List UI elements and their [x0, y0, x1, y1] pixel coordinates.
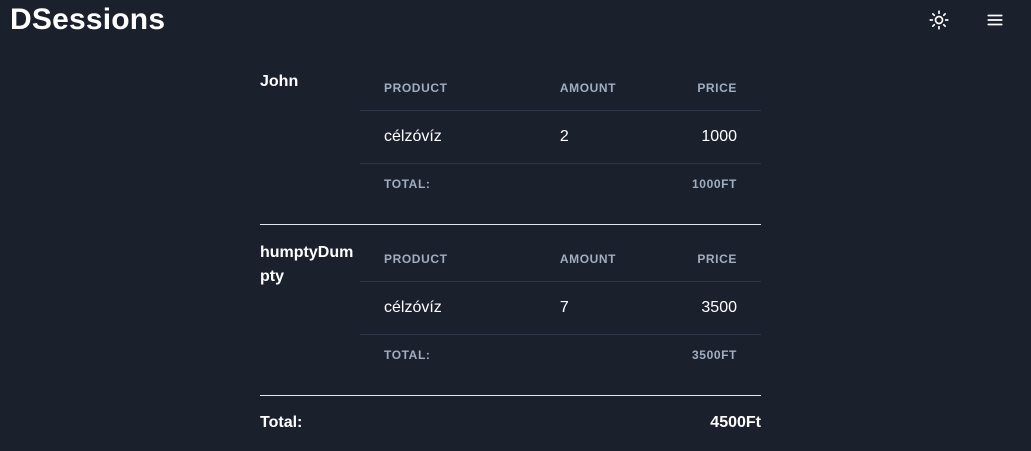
column-header-product: PRODUCT — [360, 237, 536, 282]
column-header-amount: AMOUNT — [535, 237, 669, 282]
table-row: célzóvíz 7 3500 — [360, 281, 761, 335]
total-label: TOTAL: — [384, 177, 431, 191]
orders-table: PRODUCT AMOUNT PRICE célzóvíz 2 1000 TOT… — [360, 66, 761, 204]
total-label: TOTAL: — [384, 348, 431, 362]
sessions-content: John PRODUCT AMOUNT PRICE célzóvíz 2 100… — [260, 66, 761, 432]
theme-toggle-button[interactable] — [927, 8, 951, 32]
table-header-row: PRODUCT AMOUNT PRICE — [360, 237, 761, 282]
orders-table: PRODUCT AMOUNT PRICE célzóvíz 7 3500 TOT… — [360, 237, 761, 375]
app-root: DSessions John PRODUCT AMOUNT PRICE célz… — [0, 0, 1031, 451]
column-header-price: PRICE — [668, 66, 761, 111]
total-value: 3500FT — [692, 348, 737, 362]
person-section-john: John PRODUCT AMOUNT PRICE célzóvíz 2 100… — [260, 66, 761, 225]
table-footer-row: TOTAL: 1000FT — [360, 164, 761, 205]
grand-total-row: Total: 4500Ft — [260, 396, 761, 432]
product-cell: célzóvíz — [360, 110, 536, 164]
total-spacer — [536, 164, 668, 205]
column-header-amount: AMOUNT — [535, 66, 669, 111]
grand-total-value: 4500Ft — [710, 414, 761, 431]
price-cell: 1000 — [668, 110, 761, 164]
person-name: humptyDumpty — [260, 244, 354, 285]
column-header-price: PRICE — [668, 237, 761, 282]
product-cell: célzóvíz — [360, 281, 536, 335]
person-name: John — [260, 73, 299, 90]
table-footer-row: TOTAL: 3500FT — [360, 335, 761, 376]
total-value: 1000FT — [692, 177, 737, 191]
amount-cell: 7 — [535, 281, 669, 335]
column-header-product: PRODUCT — [360, 66, 536, 111]
person-section-humptydumpty: humptyDumpty PRODUCT AMOUNT PRICE célzóv… — [260, 225, 761, 396]
app-brand[interactable]: DSessions — [10, 3, 165, 37]
table-row: célzóvíz 2 1000 — [360, 110, 761, 164]
price-cell: 3500 — [668, 281, 761, 335]
table-header-row: PRODUCT AMOUNT PRICE — [360, 66, 761, 111]
grand-total-label: Total: — [260, 414, 303, 431]
menu-button[interactable] — [983, 8, 1007, 32]
total-spacer — [536, 335, 668, 376]
hamburger-menu-icon — [987, 14, 1003, 26]
amount-cell: 2 — [535, 110, 669, 164]
sun-icon — [929, 10, 949, 30]
